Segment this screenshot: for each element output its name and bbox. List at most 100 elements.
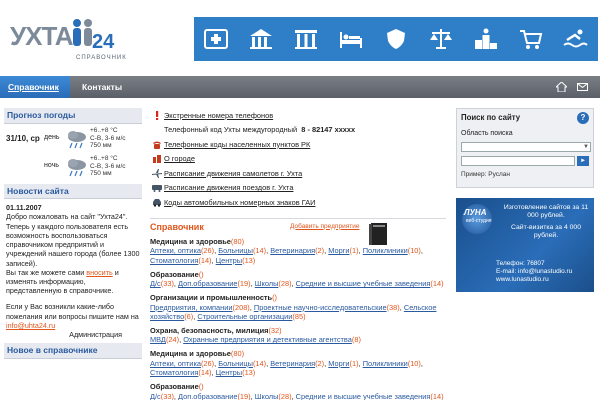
add-company-link[interactable]: Добавить предприятие — [290, 223, 359, 231]
category-security: Охрана, безопасность, милиция(32) МВД(24… — [150, 325, 361, 345]
subcategory-link[interactable]: Стоматология — [150, 368, 198, 377]
swimmer-icon[interactable] — [557, 23, 593, 55]
podium-icon[interactable] — [468, 23, 504, 55]
flights-schedule-link[interactable]: Расписание движения самолетов г. Ухта — [164, 169, 302, 178]
car-icon — [153, 198, 161, 207]
category-title[interactable]: Образование — [150, 382, 199, 391]
subcategory-link[interactable]: Школы — [255, 279, 279, 288]
scales-icon[interactable] — [423, 23, 459, 55]
category-title[interactable]: Образование — [150, 270, 199, 279]
subcategory-link[interactable]: Д/с — [150, 392, 161, 400]
cart-icon[interactable] — [513, 23, 549, 55]
tab-spravochnik[interactable]: Справочник — [0, 76, 70, 98]
weather-pressure: 750 мм — [90, 170, 112, 178]
list-item: Коды автомобильных номерных знаков ГАИ — [150, 195, 446, 210]
subcategory-link[interactable]: Средние и высшие учебные заведения — [296, 392, 431, 400]
subcategory-link[interactable]: Аптеки, оптика — [150, 246, 201, 255]
list-item: О городе — [150, 152, 446, 167]
subcategory-link[interactable]: Проектные научно-исследовательские — [254, 303, 387, 312]
weather-part: ночь — [44, 162, 59, 170]
category-title[interactable]: Охрана, безопасность, милиция — [150, 326, 268, 335]
news-paragraph-2: Вы так же можете сами вносить и изменять… — [6, 267, 119, 296]
category-organizations: Организации и промышленность() Предприят… — [150, 292, 437, 322]
news-block: 01.11.2007 Добро пожаловать на сайт "Ухт… — [4, 199, 142, 343]
subcategory-link[interactable]: Строительные организации — [197, 312, 292, 321]
news-signature: Администрация — [69, 330, 122, 340]
weather-row-day: 31/10, ср день +6..+8 °С С-В, 3-6 м/с 75… — [6, 127, 140, 151]
subcategory-link[interactable]: Средние и высшие учебные заведения — [296, 279, 431, 288]
subcategory-link[interactable]: Предприятия, компании — [150, 303, 233, 312]
subcategory-link[interactable]: Д/с — [150, 279, 161, 288]
mail-icon[interactable] — [577, 82, 588, 92]
subcategory-link[interactable]: Ветеринария — [270, 246, 315, 255]
banner-offer-1: Изготовление сайтов за 11 000 рублей. — [503, 204, 589, 220]
subcategory-link[interactable]: Ветеринария — [270, 359, 315, 368]
subcategory-link[interactable]: Доп.образование — [178, 392, 237, 400]
book-icon — [369, 222, 387, 245]
subcategory-link[interactable]: Морги — [328, 359, 349, 368]
logo-text: УХТА — [10, 21, 74, 51]
subcategory-link[interactable]: Аптеки, оптика — [150, 359, 201, 368]
useful-links-list: Экстренные номера телефонов Телефонный к… — [150, 108, 446, 210]
weather-row-night: ночь +6..+8 °С С-В, 3-6 м/с 750 мм — [6, 155, 140, 179]
subcategory-link[interactable]: Охранные предприятия и детективные агент… — [183, 335, 352, 344]
category-education: Образование() Д/с(33), Доп.образование(1… — [150, 269, 444, 289]
category-icon-bar — [194, 17, 598, 61]
car-codes-link[interactable]: Коды автомобильных номерных знаков ГАИ — [164, 198, 315, 207]
news-email-link[interactable]: info@uhta24.ru — [6, 321, 55, 330]
middle-column: Экстренные номера телефонов Телефонный к… — [150, 108, 446, 400]
weather-temp: +6..+8 °С — [90, 127, 118, 135]
weather-part: день — [44, 134, 60, 142]
banner-offer-2: Сайт-визитка за 4 000 рублей. — [511, 224, 581, 240]
weather-pressure: 750 мм — [90, 142, 112, 150]
phone-code-label: Телефонный код Ухты междугородный — [164, 125, 298, 135]
building-icon[interactable] — [243, 23, 279, 55]
news-edit-link[interactable]: вносить — [86, 268, 112, 277]
shield-icon[interactable] — [378, 23, 414, 55]
subcategory-link[interactable]: Морги — [328, 246, 349, 255]
subcategory-link[interactable]: Больницы — [218, 246, 253, 255]
columns-icon[interactable] — [288, 23, 324, 55]
category-education-2: Образование() Д/с(33), Доп.образование(1… — [150, 381, 444, 400]
home-icon[interactable] — [556, 82, 567, 92]
cloud-rain-icon — [68, 130, 86, 148]
weather-title: Прогноз погоды — [4, 108, 142, 124]
cloud-rain-icon — [68, 158, 86, 176]
category-title[interactable]: Медицина и здоровье — [150, 237, 231, 246]
tab-contacts[interactable]: Контакты — [74, 76, 130, 98]
phone-codes-link[interactable]: Телефонные коды населенных пунктов РК — [164, 140, 310, 149]
hotel-bed-icon[interactable] — [333, 23, 369, 55]
banner-contacts: Телефон: 76807 E-mail: info@lunastudio.r… — [496, 260, 572, 284]
subcategory-link[interactable]: Школы — [255, 392, 279, 400]
subcategory-link[interactable]: Доп.образование — [178, 279, 237, 288]
logo-subtitle: СПРАВОЧНИК — [76, 55, 127, 61]
search-area-select[interactable]: ▼ — [461, 141, 591, 152]
emergency-numbers-link[interactable]: Экстренные номера телефонов — [164, 111, 273, 120]
subcategory-link[interactable]: Больницы — [218, 359, 253, 368]
subcategory-link[interactable]: Поликлиники — [363, 246, 408, 255]
search-input[interactable] — [461, 155, 576, 166]
subcategory-link[interactable]: Центры — [216, 256, 242, 265]
list-item: Расписание движения поездов г. Ухта — [150, 181, 446, 196]
banner-studio: веб-студия — [466, 218, 492, 224]
subcategory-link[interactable]: Стоматология — [150, 256, 198, 265]
search-title: Поиск по сайту — [461, 113, 521, 123]
help-icon[interactable]: ? — [577, 112, 589, 124]
medical-icon[interactable] — [198, 23, 234, 55]
logo-number: 24 — [92, 31, 115, 53]
chevron-down-icon: ▼ — [583, 143, 589, 150]
subcategory-link[interactable]: Поликлиники — [363, 359, 408, 368]
main-navigation: Справочник Контакты — [0, 76, 600, 98]
trains-schedule-link[interactable]: Расписание движения поездов г. Ухта — [164, 183, 293, 192]
category-medicine: Медицина и здоровье(80) Аптеки, оптика(2… — [150, 236, 423, 265]
about-city-link[interactable]: О городе — [164, 154, 195, 163]
subcategory-link[interactable]: МВД — [150, 335, 166, 344]
category-title[interactable]: Медицина и здоровье — [150, 349, 231, 358]
ad-banner-luna[interactable]: ЛУНА веб-студия Изготовление сайтов за 1… — [456, 198, 594, 292]
subcategory-link[interactable]: Центры — [216, 368, 242, 377]
category-title[interactable]: Организации и промышленность — [150, 293, 272, 302]
search-example: Пример: Руслан — [461, 170, 510, 178]
left-column: Прогноз погоды 31/10, ср день +6..+8 °С … — [4, 108, 142, 359]
search-button[interactable]: ► — [577, 155, 589, 166]
site-logo[interactable]: УХТА 24 СПРАВОЧНИК — [6, 18, 136, 68]
